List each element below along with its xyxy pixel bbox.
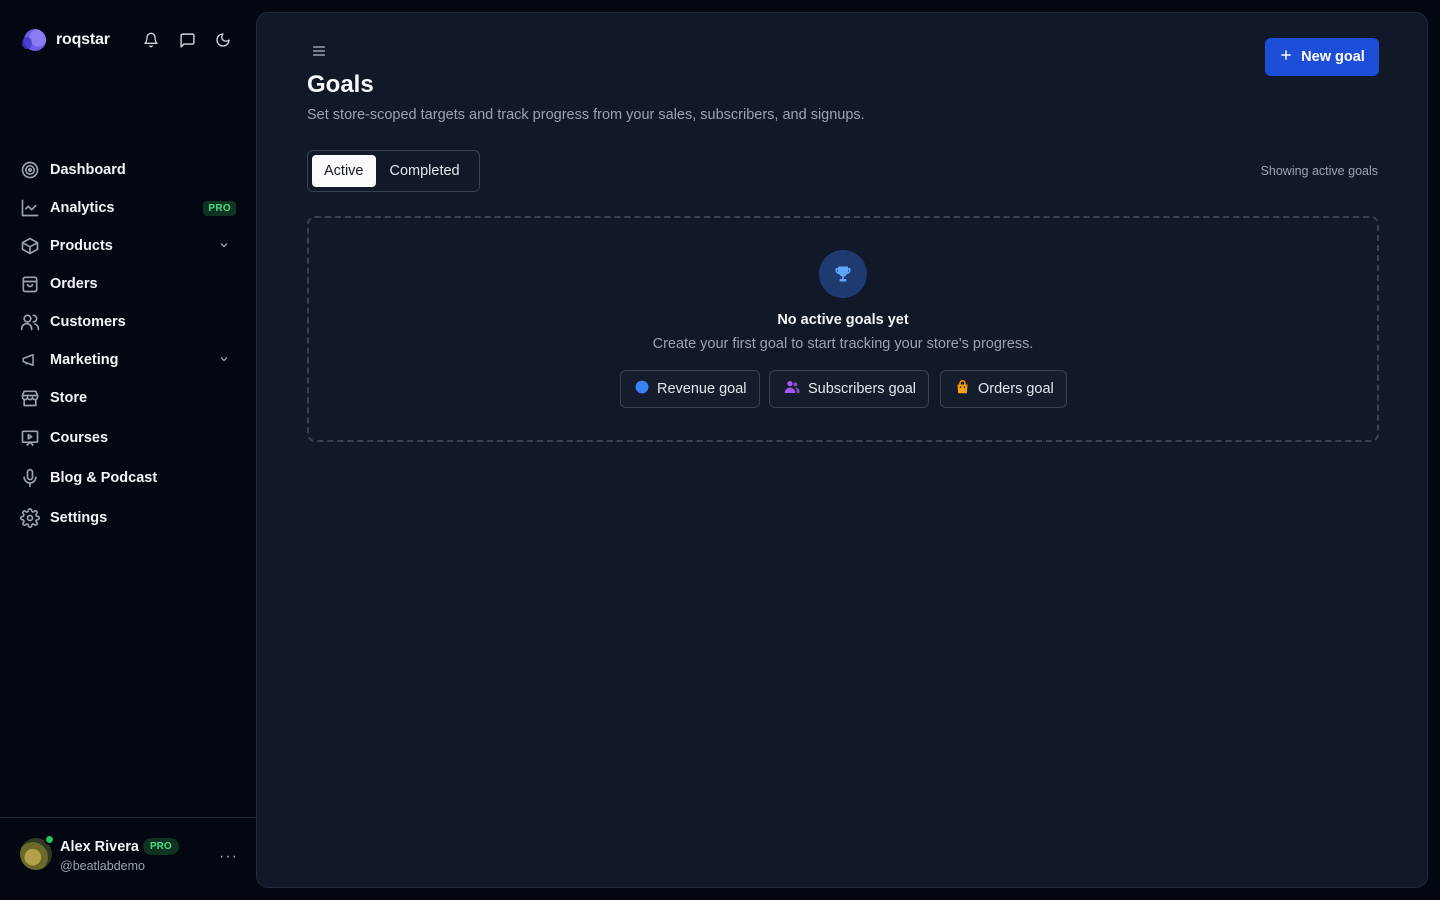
gear-icon [20, 508, 40, 528]
top-icons [142, 30, 232, 50]
bell-icon[interactable] [142, 30, 160, 50]
chevron-down-icon[interactable] [218, 238, 230, 256]
sidebar-item-blog-podcast[interactable]: Blog & Podcast [12, 461, 244, 495]
sidebar-item-label: Products [50, 238, 113, 254]
chart-line-icon [20, 198, 40, 218]
chevron-down-icon[interactable] [218, 352, 230, 370]
sidebar-item-label: Dashboard [50, 162, 126, 178]
megaphone-icon [20, 350, 40, 370]
user-handle: @beatlabdemo [60, 859, 145, 873]
chat-icon[interactable] [178, 30, 196, 50]
shopping-bag-icon [20, 274, 40, 294]
goal-tabs: Active Completed [307, 150, 480, 192]
sidebar-item-label: Customers [50, 314, 126, 330]
revenue-goal-label: Revenue goal [657, 381, 747, 397]
sidebar-item-settings[interactable]: Settings [12, 501, 244, 535]
tab-completed[interactable]: Completed [378, 155, 472, 187]
brand-name: roqstar [56, 31, 110, 48]
users-icon [20, 312, 40, 332]
store-icon [20, 388, 40, 408]
users-icon [784, 379, 800, 399]
pro-badge: PRO [143, 838, 179, 855]
sidebar-item-label: Store [50, 390, 88, 406]
microphone-icon [20, 468, 40, 488]
dashboard-icon [20, 160, 40, 180]
user-profile[interactable]: Alex Rivera PRO @beatlabdemo ··· [0, 817, 256, 900]
plus-icon [1279, 48, 1293, 66]
sidebar-item-label: Courses [50, 430, 109, 446]
sidebar-item-customers[interactable]: Customers [12, 305, 244, 339]
box-icon [20, 236, 40, 256]
app-root: roqstar Dashboard Analytics PRO Products… [0, 0, 1440, 900]
page-title: Goals [307, 71, 374, 98]
shopping-bag-icon [955, 379, 970, 399]
more-options-icon[interactable]: ··· [219, 848, 238, 866]
empty-state-subtitle: Create your first goal to start tracking… [652, 336, 1034, 352]
empty-state-title: No active goals yet [777, 312, 909, 328]
moon-icon[interactable] [214, 30, 232, 50]
subscribers-goal-label: Subscribers goal [808, 381, 916, 397]
brand-logo [22, 29, 46, 51]
empty-state: No active goals yet Create your first go… [307, 216, 1379, 442]
sidebar-item-label: Analytics [50, 200, 115, 216]
hamburger-menu-icon[interactable] [311, 43, 327, 64]
new-goal-label: New goal [1301, 49, 1365, 65]
user-name: Alex Rivera [60, 839, 139, 855]
brand[interactable]: roqstar [22, 28, 110, 52]
main-panel: Goals Set store-scoped targets and track… [256, 12, 1428, 888]
subscribers-goal-button[interactable]: Subscribers goal [769, 370, 929, 408]
orders-goal-button[interactable]: Orders goal [940, 370, 1067, 408]
trophy-icon [819, 250, 867, 298]
orders-goal-label: Orders goal [978, 381, 1054, 397]
sidebar-item-label: Orders [50, 276, 98, 292]
sidebar-item-orders[interactable]: Orders [12, 267, 244, 301]
sidebar-item-marketing[interactable]: Marketing [12, 343, 244, 377]
new-goal-button[interactable]: New goal [1265, 38, 1379, 76]
sidebar-item-label: Marketing [50, 352, 119, 368]
sidebar-item-courses[interactable]: Courses [12, 421, 244, 455]
dollar-circle-icon [635, 380, 649, 398]
presentation-icon [20, 428, 40, 448]
tab-active[interactable]: Active [312, 155, 376, 187]
sidebar-item-dashboard[interactable]: Dashboard [12, 153, 244, 187]
sidebar-item-label: Settings [50, 510, 108, 526]
sidebar-item-label: Blog & Podcast [50, 470, 158, 486]
showing-status-text: Showing active goals [1260, 164, 1378, 178]
sidebar: roqstar Dashboard Analytics PRO Products… [0, 0, 256, 900]
pro-badge: PRO [203, 201, 236, 216]
online-status-dot [44, 834, 55, 845]
revenue-goal-button[interactable]: Revenue goal [620, 370, 760, 408]
sidebar-item-analytics[interactable]: Analytics PRO [12, 191, 244, 225]
sidebar-item-store[interactable]: Store [12, 381, 244, 415]
sidebar-item-products[interactable]: Products [12, 229, 244, 263]
page-subtitle: Set store-scoped targets and track progr… [307, 107, 865, 123]
